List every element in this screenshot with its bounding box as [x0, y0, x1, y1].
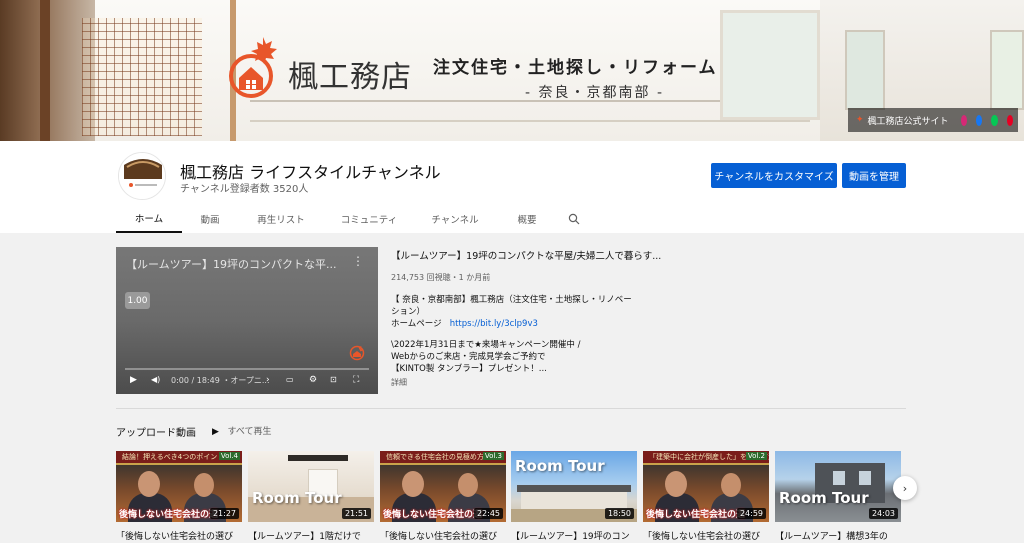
- tab-about[interactable]: 概要: [496, 205, 558, 233]
- search-icon[interactable]: [558, 205, 590, 233]
- subtitles-icon[interactable]: ▭: [286, 375, 294, 384]
- video-thumbnail[interactable]: Room Tour 18:50: [511, 451, 637, 522]
- instagram-icon[interactable]: [960, 114, 967, 126]
- banner-brand: 楓工務店: [288, 60, 412, 95]
- playback-speed-badge: 1.00: [125, 292, 150, 309]
- tab-videos[interactable]: 動画: [182, 205, 238, 233]
- channel-watermark-icon[interactable]: [348, 343, 366, 361]
- next-arrow-icon[interactable]: ›: [893, 476, 917, 500]
- play-all-icon: ▶: [212, 427, 219, 437]
- featured-video-info: 【ルームツアー】19坪のコンパクトな平屋/夫婦二人で暮らす... 214,753…: [391, 248, 661, 388]
- video-title[interactable]: 【ルームツアー】構想3年の: [775, 529, 901, 542]
- pinterest-icon[interactable]: [1006, 114, 1013, 126]
- player-controls: ▶ ◀) 0:00 / 18:49 ・オープニ... › ▭ ⚙ ⊡ ⛶: [116, 375, 378, 391]
- video-thumbnail[interactable]: Room Tour 21:51: [248, 451, 374, 522]
- channel-tabs: ホーム 動画 再生リスト コミュニティ チャンネル 概要: [116, 205, 590, 233]
- maple-house-logo-icon: [225, 34, 285, 100]
- channel-avatar[interactable]: [118, 152, 166, 200]
- video-duration: 24:03: [868, 508, 898, 519]
- volume-icon[interactable]: ◀): [151, 375, 160, 384]
- uploads-section-title[interactable]: アップロード動画: [116, 424, 196, 439]
- banner-region: - 奈良・京都南部 -: [525, 85, 665, 101]
- fullscreen-icon[interactable]: ⛶: [353, 375, 359, 385]
- customize-channel-button[interactable]: チャンネルをカスタマイズ: [711, 163, 837, 188]
- video-title[interactable]: 【ルームツアー】19坪のコン: [511, 529, 637, 542]
- facebook-icon[interactable]: [975, 114, 983, 126]
- video-duration: 18:50: [604, 508, 634, 519]
- official-site-link[interactable]: 楓工務店公式サイト: [868, 114, 949, 127]
- channel-banner: 楓工務店 注文住宅・土地探し・リフォーム - 奈良・京都南部 - ✦ 楓工務店公…: [0, 0, 1024, 141]
- video-title[interactable]: 「後悔しない住宅会社の選び: [116, 529, 242, 542]
- banner-net: [82, 18, 202, 136]
- subscriber-count: チャンネル登録者数 3520人: [180, 184, 309, 195]
- banner-tagline: 注文住宅・土地探し・リフォーム: [433, 58, 718, 78]
- video-title[interactable]: 【ルームツアー】1階だけで: [248, 529, 374, 542]
- tab-channels[interactable]: チャンネル: [414, 205, 496, 233]
- time-display: 0:00 / 18:49 ・オープニ...: [171, 376, 270, 385]
- video-thumbnail[interactable]: 結論！押えるべき4つのポイント Vol.4 後悔しない住宅会社の選 21:27: [116, 451, 242, 522]
- banner-window: [720, 10, 820, 120]
- settings-gear-icon[interactable]: ⚙: [309, 375, 317, 385]
- cast-icon[interactable]: ⊡: [330, 375, 337, 384]
- play-all-button[interactable]: ▶ すべて再生: [212, 424, 272, 437]
- read-more-link[interactable]: 詳細: [391, 377, 641, 388]
- video-duration: 21:27: [209, 508, 239, 519]
- featured-video-description: 【 奈良・京都南部】楓工務店（注文住宅・土地探し・リノベー ション） ホームペー…: [391, 295, 632, 374]
- tab-community[interactable]: コミュニティ: [324, 205, 414, 233]
- video-thumbnail[interactable]: Room Tour 24:03: [775, 451, 901, 522]
- banner-links: ✦ 楓工務店公式サイト: [848, 108, 1018, 132]
- featured-video-player[interactable]: 【ルームツアー】19坪のコンパクトな平... ⋮ 1.00 ▶ ◀) 0:00 …: [116, 247, 378, 394]
- video-duration: 21:51: [341, 508, 371, 519]
- banner-railing: [250, 120, 810, 122]
- progress-bar[interactable]: [125, 368, 369, 370]
- chapter-chevron-icon[interactable]: ›: [266, 375, 270, 385]
- player-title[interactable]: 【ルームツアー】19坪のコンパクトな平...: [126, 256, 337, 272]
- play-icon[interactable]: ▶: [130, 375, 137, 385]
- featured-video-title[interactable]: 【ルームツアー】19坪のコンパクトな平屋/夫婦二人で暮らす...: [391, 248, 661, 262]
- video-duration: 22:45: [473, 508, 503, 519]
- tab-playlists[interactable]: 再生リスト: [238, 205, 324, 233]
- banner-beam: [40, 0, 50, 141]
- video-duration: 24:59: [736, 508, 766, 519]
- video-title[interactable]: 「後悔しない住宅会社の選び: [380, 529, 506, 542]
- video-thumbnail[interactable]: 信頼できる住宅会社の見極め方 Vol.3 後悔しない住宅会社の選 22:45: [380, 451, 506, 522]
- line-icon[interactable]: [991, 114, 998, 126]
- manage-videos-button[interactable]: 動画を管理: [842, 163, 906, 188]
- featured-video-meta: 214,753 回視聴・1 か月前: [391, 273, 491, 282]
- video-title[interactable]: 「後悔しない住宅会社の選び: [643, 529, 769, 542]
- site-link-icon: ✦: [856, 115, 864, 125]
- tab-home[interactable]: ホーム: [116, 205, 182, 233]
- homepage-link[interactable]: https://bit.ly/3clp9v3: [450, 319, 538, 329]
- more-vert-icon[interactable]: ⋮: [352, 254, 364, 268]
- video-thumbnail[interactable]: 「建築中に会社が倒産した」を防ぐ方法 Vol.2 後悔しない住宅会社の選 24:…: [643, 451, 769, 522]
- section-divider: [116, 408, 906, 409]
